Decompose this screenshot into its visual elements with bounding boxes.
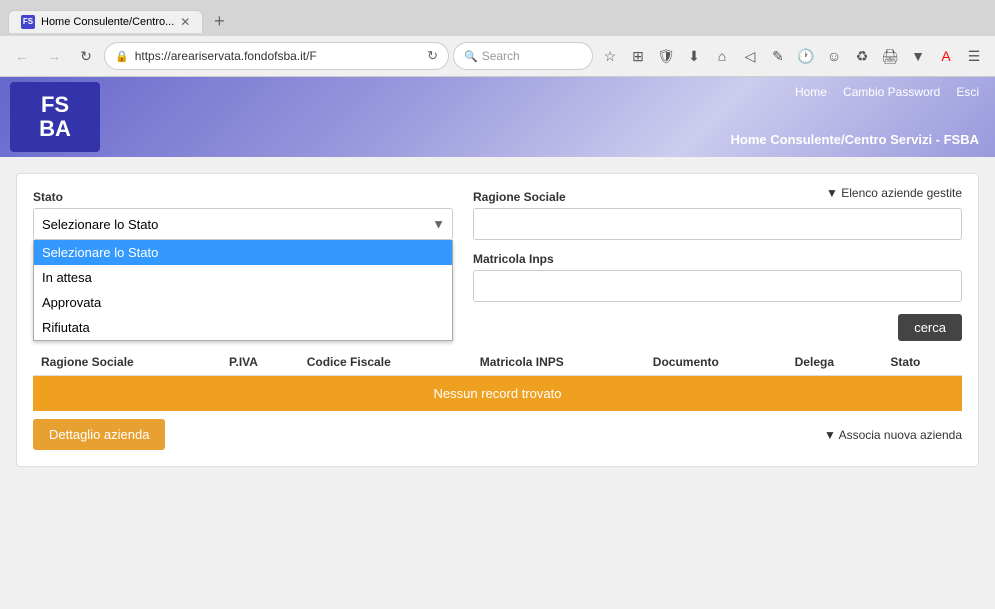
overflow-menu-icon[interactable]: ☰ bbox=[961, 43, 987, 69]
table-body: Nessun record trovato bbox=[33, 376, 962, 412]
col-matricola-inps: Matricola INPS bbox=[472, 349, 645, 376]
tab-close-button[interactable]: ✕ bbox=[180, 15, 190, 29]
logo-text: FS BA bbox=[39, 93, 71, 141]
col-documento: Documento bbox=[645, 349, 787, 376]
header-nav: Home Cambio Password Esci bbox=[795, 85, 979, 99]
app-header: FS BA Home Cambio Password Esci Home Con… bbox=[0, 77, 995, 157]
bookmark-icon[interactable]: ☆ bbox=[597, 43, 623, 69]
address-icon[interactable]: ◁ bbox=[737, 43, 763, 69]
download-icon[interactable]: ⬇ bbox=[681, 43, 707, 69]
address-bar[interactable]: 🔒 https://areariservata.fondofsba.it/F ↻ bbox=[104, 42, 449, 70]
lock-icon: 🔒 bbox=[115, 50, 129, 63]
dettaglio-azienda-button[interactable]: Dettaglio azienda bbox=[33, 419, 165, 450]
tools-icon[interactable]: ✎ bbox=[765, 43, 791, 69]
table-header: Ragione Sociale P.IVA Codice Fiscale Mat… bbox=[33, 349, 962, 376]
address-reload-icon[interactable]: ↻ bbox=[427, 48, 438, 64]
bottom-actions: Dettaglio azienda ▼ Associa nuova aziend… bbox=[33, 419, 962, 450]
dropdown-option-selezionare[interactable]: Selezionare lo Stato bbox=[34, 240, 452, 265]
reading-list-icon[interactable]: ⊞ bbox=[625, 43, 651, 69]
tab-favicon: FS bbox=[21, 15, 35, 29]
browser-tab[interactable]: FS Home Consulente/Centro... ✕ bbox=[8, 10, 203, 33]
stato-dropdown: Selezionare lo Stato In attesa Approvata… bbox=[33, 240, 453, 341]
search-bar[interactable]: 🔍 Search bbox=[453, 42, 593, 70]
col-stato: Stato bbox=[882, 349, 962, 376]
results-table: Ragione Sociale P.IVA Codice Fiscale Mat… bbox=[33, 349, 962, 411]
stato-select[interactable]: Selezionare lo Stato ▼ bbox=[33, 208, 453, 240]
forward-button[interactable]: → bbox=[40, 42, 68, 70]
browser-chrome: FS Home Consulente/Centro... ✕ + ← → ↻ 🔒… bbox=[0, 0, 995, 77]
search-icon: 🔍 bbox=[464, 50, 478, 63]
tab-title: Home Consulente/Centro... bbox=[41, 16, 174, 28]
sync-icon[interactable]: ♻ bbox=[849, 43, 875, 69]
print-icon[interactable]: 🖨 bbox=[877, 43, 903, 69]
face-icon[interactable]: ☺ bbox=[821, 43, 847, 69]
nav-home-link[interactable]: Home bbox=[795, 85, 827, 99]
menu-dropdown-icon[interactable]: ▼ bbox=[905, 43, 931, 69]
back-button[interactable]: ← bbox=[8, 42, 36, 70]
col-ragione-sociale: Ragione Sociale bbox=[33, 349, 221, 376]
main-content: ▼ Elenco aziende gestite Stato Seleziona… bbox=[0, 157, 995, 587]
table-header-row: Ragione Sociale P.IVA Codice Fiscale Mat… bbox=[33, 349, 962, 376]
stato-selected-value: Selezionare lo Stato bbox=[42, 217, 158, 232]
cerca-button[interactable]: cerca bbox=[898, 314, 962, 341]
new-tab-button[interactable]: + bbox=[207, 9, 231, 33]
header-subtitle: Home Consulente/Centro Servizi - FSBA bbox=[731, 132, 979, 147]
stato-group: Stato Selezionare lo Stato ▼ Selezionare… bbox=[33, 190, 453, 240]
history-icon[interactable]: 🕐 bbox=[793, 43, 819, 69]
col-codice-fiscale: Codice Fiscale bbox=[299, 349, 472, 376]
shield-icon[interactable]: 🛡 bbox=[653, 43, 679, 69]
tab-bar: FS Home Consulente/Centro... ✕ + bbox=[0, 0, 995, 36]
search-placeholder: Search bbox=[482, 49, 520, 63]
no-records-row: Nessun record trovato bbox=[33, 376, 962, 412]
matricola-inps-input[interactable] bbox=[473, 270, 962, 302]
address-url: https://areariservata.fondofsba.it/F bbox=[135, 49, 421, 63]
toolbar-icons: ☆ ⊞ 🛡 ⬇ ⌂ ◁ ✎ 🕐 ☺ ♻ 🖨 ▼ A ☰ bbox=[597, 43, 987, 69]
dropdown-option-in-attesa[interactable]: In attesa bbox=[34, 265, 452, 290]
nav-cambio-password-link[interactable]: Cambio Password bbox=[843, 85, 940, 99]
browser-toolbar: ← → ↻ 🔒 https://areariservata.fondofsba.… bbox=[0, 36, 995, 76]
home-icon[interactable]: ⌂ bbox=[709, 43, 735, 69]
avast-icon[interactable]: A bbox=[933, 43, 959, 69]
dropdown-option-rifiutata[interactable]: Rifiutata bbox=[34, 315, 452, 340]
matricola-inps-label: Matricola Inps bbox=[473, 252, 962, 266]
reload-button[interactable]: ↻ bbox=[72, 42, 100, 70]
logo: FS BA bbox=[10, 82, 100, 152]
form-right-column: Ragione Sociale Matricola Inps bbox=[473, 190, 962, 302]
matricola-inps-group: Matricola Inps bbox=[473, 252, 962, 302]
form-row-1: Stato Selezionare lo Stato ▼ Selezionare… bbox=[33, 190, 962, 302]
stato-label: Stato bbox=[33, 190, 453, 204]
col-piva: P.IVA bbox=[221, 349, 299, 376]
stato-select-wrapper: Selezionare lo Stato ▼ Selezionare lo St… bbox=[33, 208, 453, 240]
main-card: ▼ Elenco aziende gestite Stato Seleziona… bbox=[16, 173, 979, 467]
associa-nuova-azienda-link[interactable]: ▼ Associa nuova azienda bbox=[824, 428, 962, 442]
select-arrow-icon: ▼ bbox=[432, 217, 445, 232]
elenco-aziende-link[interactable]: ▼ Elenco aziende gestite bbox=[826, 186, 962, 200]
no-records-message: Nessun record trovato bbox=[33, 376, 962, 412]
col-delega: Delega bbox=[787, 349, 883, 376]
ragione-sociale-input[interactable] bbox=[473, 208, 962, 240]
dropdown-option-approvata[interactable]: Approvata bbox=[34, 290, 452, 315]
nav-esci-link[interactable]: Esci bbox=[956, 85, 979, 99]
